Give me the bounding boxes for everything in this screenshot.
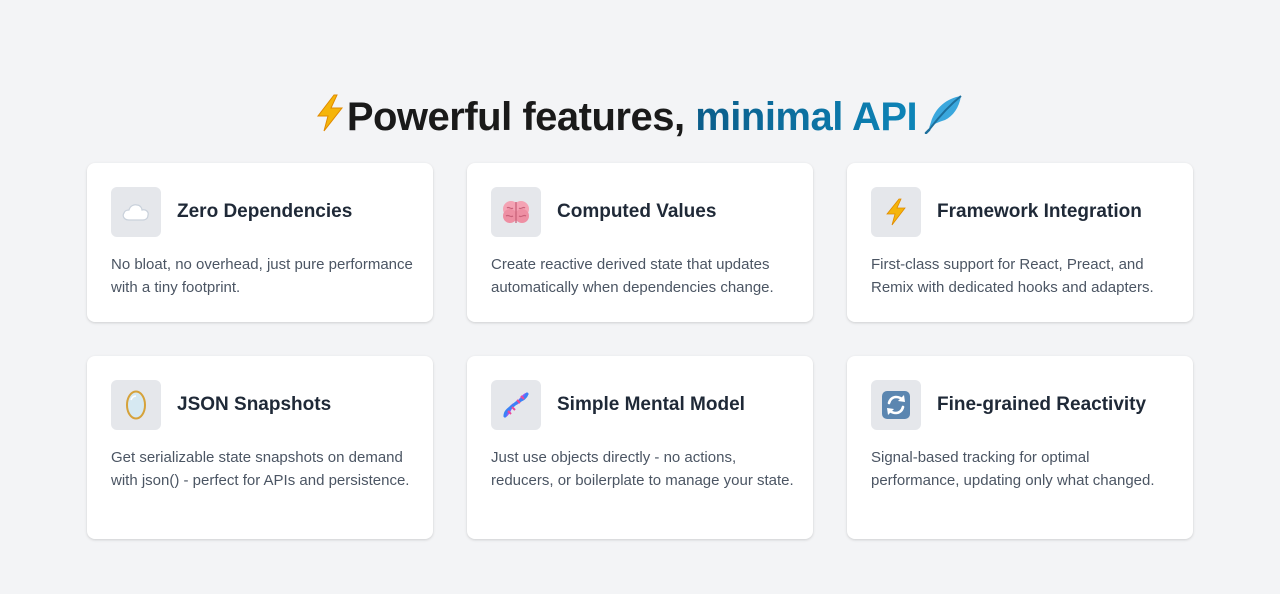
feather-icon bbox=[923, 94, 965, 147]
feature-description: No bloat, no overhead, just pure perform… bbox=[111, 256, 413, 296]
feature-description: Create reactive derived state that updat… bbox=[491, 256, 774, 296]
feature-title: JSON Snapshots bbox=[177, 394, 332, 415]
feature-card-fine-grained-reactivity: Fine-grained Reactivity Signal-based tra… bbox=[847, 356, 1193, 539]
feature-title: Simple Mental Model bbox=[557, 394, 745, 415]
mirror-icon bbox=[111, 380, 161, 430]
lightning-bolt-icon bbox=[871, 187, 921, 237]
feature-title: Computed Values bbox=[557, 201, 717, 222]
brain-icon bbox=[491, 187, 541, 237]
feature-description: Get serializable state snapshots on dema… bbox=[111, 449, 410, 489]
feature-description: Just use objects directly - no actions, … bbox=[491, 449, 794, 489]
feature-title: Framework Integration bbox=[937, 201, 1142, 222]
refresh-arrows-icon bbox=[871, 380, 921, 430]
feature-card-json-snapshots: JSON Snapshots Get serializable state sn… bbox=[87, 356, 433, 539]
lightning-bolt-icon bbox=[315, 93, 345, 145]
dna-icon bbox=[491, 380, 541, 430]
feature-card-computed-values: Computed Values Create reactive derived … bbox=[467, 163, 813, 322]
heading-accent-text: minimal API bbox=[695, 94, 918, 139]
feature-description: Signal-based tracking for optimal perfor… bbox=[871, 449, 1155, 489]
heading-text: Powerful features, bbox=[346, 94, 685, 139]
feature-description: First-class support for React, Preact, a… bbox=[871, 256, 1154, 296]
cloud-icon bbox=[111, 187, 161, 237]
section-heading: Powerful features, minimal API bbox=[0, 91, 1280, 147]
feature-title: Fine-grained Reactivity bbox=[937, 394, 1147, 415]
feature-card-zero-dependencies: Zero Dependencies No bloat, no overhead,… bbox=[87, 163, 433, 322]
feature-card-simple-mental-model: Simple Mental Model Just use objects dir… bbox=[467, 356, 813, 539]
feature-card-framework-integration: Framework Integration First-class suppor… bbox=[847, 163, 1193, 322]
feature-title: Zero Dependencies bbox=[177, 201, 353, 222]
